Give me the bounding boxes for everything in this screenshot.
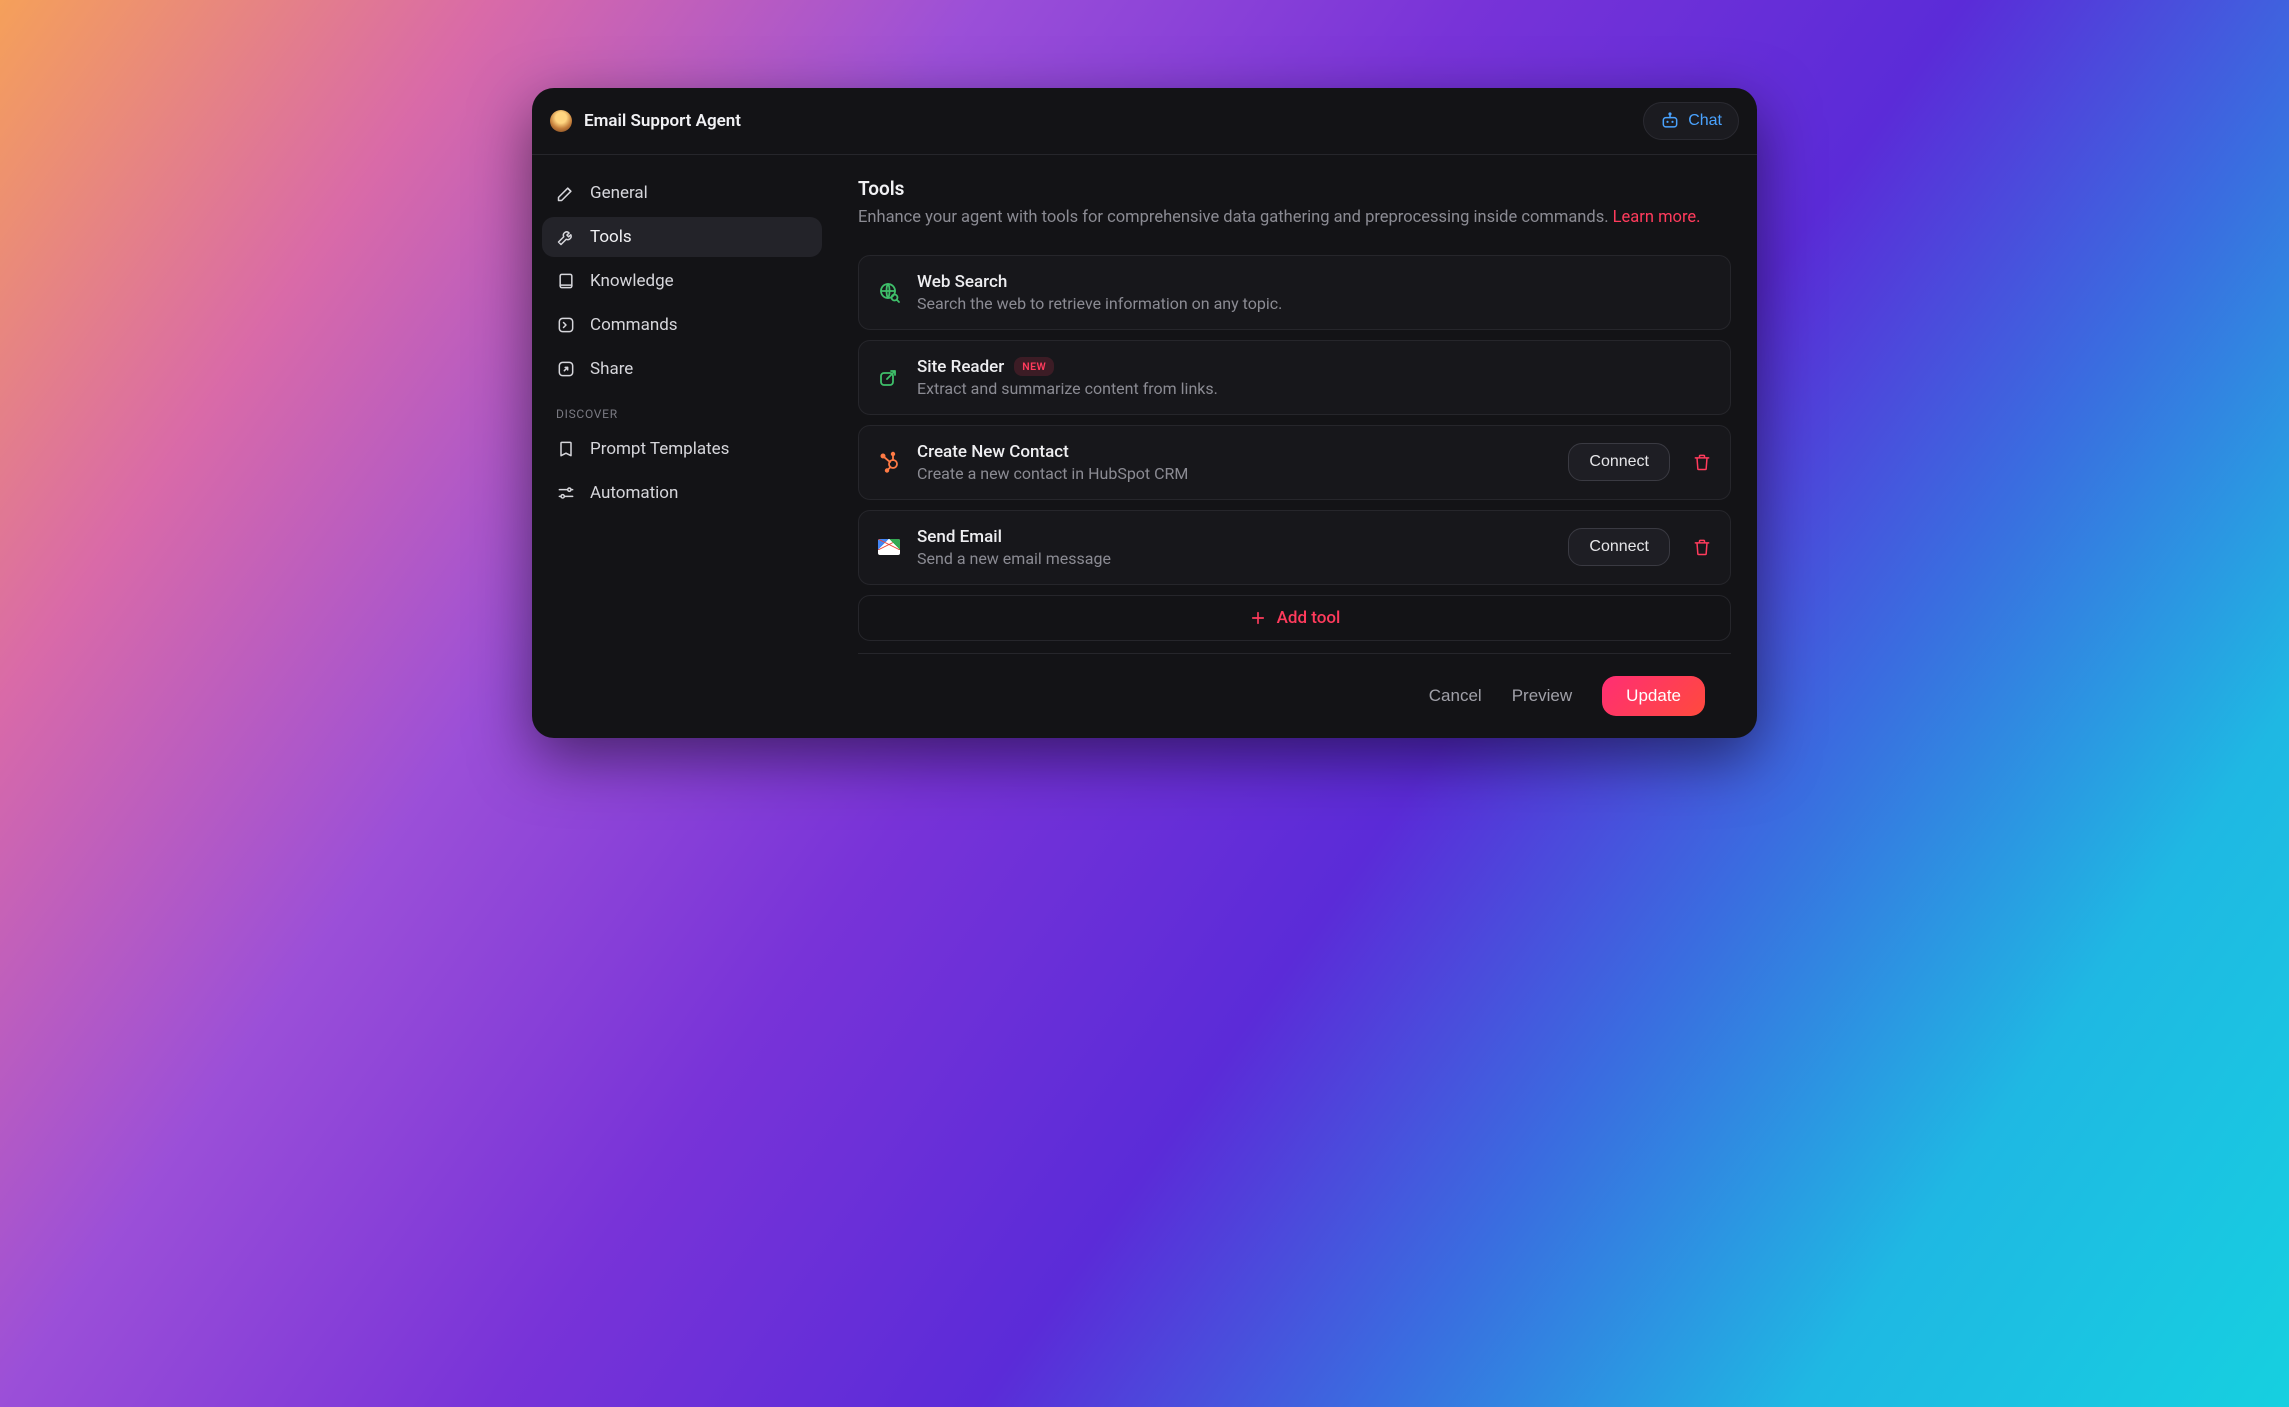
sidebar-item-label: Prompt Templates <box>590 439 729 459</box>
connect-button[interactable]: Connect <box>1568 528 1670 566</box>
sidebar-item-label: Share <box>590 359 633 379</box>
sliders-icon <box>556 483 576 503</box>
sidebar-item-knowledge[interactable]: Knowledge <box>542 261 822 301</box>
sidebar-section-discover: DISCOVER <box>542 393 822 429</box>
globe-icon <box>877 280 901 304</box>
robot-icon <box>1660 111 1680 131</box>
sidebar-item-commands[interactable]: Commands <box>542 305 822 345</box>
sidebar-item-label: General <box>590 183 648 203</box>
tool-card[interactable]: Send Email Send a new email message Connec… <box>858 510 1731 585</box>
tool-info: Send Email Send a new email message <box>917 527 1552 568</box>
main-panel: Tools Enhance your agent with tools for … <box>832 155 1757 738</box>
tool-list: Web Search Search the web to retrieve inf… <box>858 255 1731 585</box>
tool-description: Send a new email message <box>917 549 1552 568</box>
sidebar-item-general[interactable]: General <box>542 173 822 213</box>
share-icon <box>556 359 576 379</box>
tool-description: Extract and summarize content from links… <box>917 379 1712 398</box>
page-subtitle-text: Enhance your agent with tools for compre… <box>858 208 1613 227</box>
chat-button[interactable]: Chat <box>1643 102 1739 140</box>
tool-card[interactable]: Web Search Search the web to retrieve inf… <box>858 255 1731 330</box>
sidebar-item-label: Tools <box>590 227 632 247</box>
page-subtitle: Enhance your agent with tools for compre… <box>858 206 1731 231</box>
hubspot-icon <box>877 450 901 474</box>
tool-info: Web Search Search the web to retrieve inf… <box>917 272 1712 313</box>
sidebar-item-share[interactable]: Share <box>542 349 822 389</box>
sidebar-item-prompt-templates[interactable]: Prompt Templates <box>542 429 822 469</box>
tool-info: Site Reader NEW Extract and summarize cont… <box>917 357 1712 398</box>
sidebar: General Tools Knowledge Commands Share D… <box>532 155 832 738</box>
add-tool-label: Add tool <box>1277 608 1341 628</box>
footer: Cancel Preview Update <box>858 653 1731 738</box>
pencil-icon <box>556 183 576 203</box>
tool-title: Web Search <box>917 272 1007 292</box>
delete-tool-button[interactable] <box>1692 452 1712 472</box>
wrench-icon <box>556 227 576 247</box>
preview-button[interactable]: Preview <box>1512 686 1572 706</box>
gmail-icon <box>877 535 901 559</box>
titlebar: Email Support Agent Chat <box>532 88 1757 155</box>
sidebar-item-tools[interactable]: Tools <box>542 217 822 257</box>
bookmark-icon <box>556 439 576 459</box>
sidebar-item-label: Automation <box>590 483 678 503</box>
tool-title: Create New Contact <box>917 442 1069 462</box>
tool-card[interactable]: Site Reader NEW Extract and summarize cont… <box>858 340 1731 415</box>
tool-card[interactable]: Create New Contact Create a new contact i… <box>858 425 1731 500</box>
tool-title: Site Reader <box>917 357 1004 377</box>
chat-button-label: Chat <box>1688 112 1722 130</box>
settings-window: Email Support Agent Chat General Tools <box>532 88 1757 738</box>
terminal-icon <box>556 315 576 335</box>
cancel-button[interactable]: Cancel <box>1429 686 1482 706</box>
add-tool-button[interactable]: Add tool <box>858 595 1731 641</box>
sidebar-item-automation[interactable]: Automation <box>542 473 822 513</box>
agent-title: Email Support Agent <box>584 111 741 131</box>
page-title: Tools <box>858 177 1731 200</box>
plus-icon <box>1249 609 1267 627</box>
new-badge: NEW <box>1014 357 1054 376</box>
body: General Tools Knowledge Commands Share D… <box>532 155 1757 738</box>
delete-tool-button[interactable] <box>1692 537 1712 557</box>
tool-info: Create New Contact Create a new contact i… <box>917 442 1552 483</box>
sidebar-item-label: Commands <box>590 315 678 335</box>
book-icon <box>556 271 576 291</box>
tool-description: Create a new contact in HubSpot CRM <box>917 464 1552 483</box>
tool-title: Send Email <box>917 527 1002 547</box>
learn-more-link[interactable]: Learn more. <box>1613 208 1701 227</box>
connect-button[interactable]: Connect <box>1568 443 1670 481</box>
sidebar-item-label: Knowledge <box>590 271 674 291</box>
titlebar-left: Email Support Agent <box>550 110 741 132</box>
external-icon <box>877 365 901 389</box>
agent-avatar-icon <box>550 110 572 132</box>
update-button[interactable]: Update <box>1602 676 1705 716</box>
tool-description: Search the web to retrieve information o… <box>917 294 1712 313</box>
